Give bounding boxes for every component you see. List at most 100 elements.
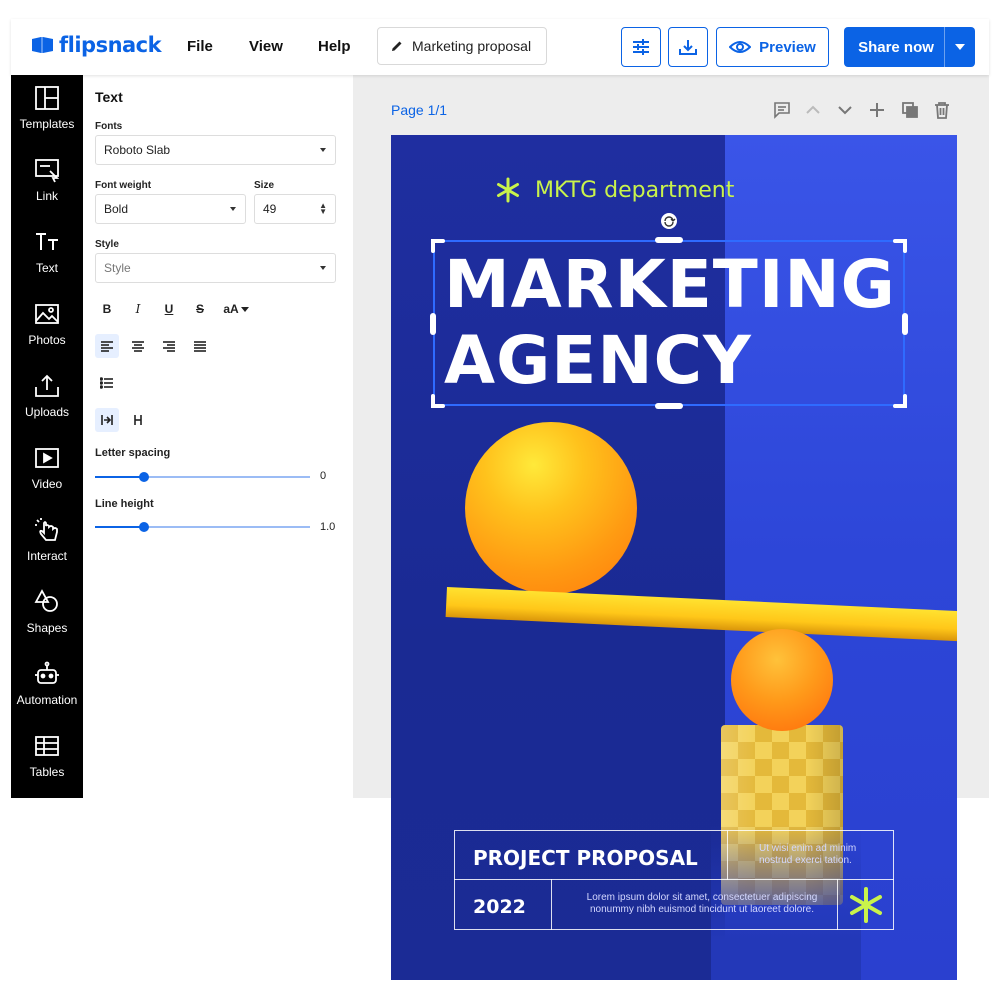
bullet-list-button[interactable] xyxy=(95,371,119,395)
sidebar-label-interact: Interact xyxy=(26,549,68,563)
align-center-icon xyxy=(132,341,144,352)
uploads-icon xyxy=(35,374,59,397)
sidebar-item-text[interactable]: Text xyxy=(11,229,83,275)
automation-icon xyxy=(35,661,59,684)
preview-button[interactable]: Preview xyxy=(716,27,829,67)
download-button[interactable] xyxy=(668,27,708,67)
large-orange-ball-image[interactable] xyxy=(465,422,637,594)
font-family-select[interactable]: Roboto Slab xyxy=(95,135,336,165)
flipsnack-logo-icon xyxy=(32,37,53,53)
line-height-label: Line height xyxy=(95,498,154,510)
body-text[interactable]: Lorem ipsum dolor sit amet, consectetuer… xyxy=(572,892,832,916)
share-dropdown-toggle[interactable] xyxy=(945,44,975,50)
video-icon xyxy=(35,448,59,468)
info-box-divider xyxy=(837,879,838,930)
project-proposal-title[interactable]: PROJECT PROPOSAL xyxy=(473,846,698,870)
share-label: Share now xyxy=(858,38,934,56)
font-weight-select[interactable]: Bold xyxy=(95,194,246,224)
plus-icon xyxy=(870,103,884,117)
asterisk-icon xyxy=(497,177,519,203)
sidebar-item-uploads[interactable]: Uploads xyxy=(11,373,83,419)
text-direction-icon xyxy=(101,415,113,425)
dropdown-arrow-icon xyxy=(320,148,326,152)
settings-sliders-button[interactable] xyxy=(621,27,661,67)
move-page-down-button[interactable] xyxy=(836,101,854,124)
flipsnack-logo[interactable]: flipsnack xyxy=(31,33,162,57)
interact-icon xyxy=(35,518,58,541)
align-right-button[interactable] xyxy=(157,334,181,358)
sliders-icon xyxy=(633,39,649,55)
align-left-button[interactable] xyxy=(95,334,119,358)
sidebar-item-photos[interactable]: Photos xyxy=(11,301,83,347)
pencil-icon xyxy=(392,41,402,51)
text-style-select[interactable]: Style xyxy=(95,253,336,283)
font-size-stepper[interactable]: 49 ▲ ▼ xyxy=(254,194,336,224)
italic-button[interactable]: I xyxy=(126,297,150,321)
align-center-button[interactable] xyxy=(126,334,150,358)
delete-page-button[interactable] xyxy=(933,101,951,124)
move-page-up-button[interactable] xyxy=(804,101,822,124)
slider-fill xyxy=(95,526,144,528)
logo-text: flipsnack xyxy=(59,33,162,57)
sidebar-label-photos: Photos xyxy=(28,333,66,347)
department-label: MKTG department xyxy=(535,177,735,203)
text-case-button[interactable]: aA xyxy=(220,297,252,321)
info-box-divider xyxy=(551,879,552,930)
eye-icon xyxy=(729,41,752,53)
stepper-arrows-icon[interactable]: ▲ ▼ xyxy=(319,202,327,216)
comment-icon xyxy=(774,102,790,119)
sidebar-label-link: Link xyxy=(35,189,58,203)
asterisk-icon[interactable] xyxy=(848,887,884,923)
info-box-divider xyxy=(454,879,894,880)
add-page-button[interactable] xyxy=(868,101,886,124)
sidebar-item-video[interactable]: Video xyxy=(11,445,83,491)
line-height-slider[interactable] xyxy=(95,522,310,532)
fonts-label: Fonts xyxy=(95,121,123,132)
font-family-value: Roboto Slab xyxy=(104,143,171,157)
sidebar-item-automation[interactable]: Automation xyxy=(11,661,83,707)
caret-down-icon xyxy=(240,306,249,312)
sidebar-label-automation: Automation xyxy=(16,693,78,707)
trash-icon xyxy=(935,102,949,119)
style-label: Style xyxy=(95,239,119,250)
font-weight-value: Bold xyxy=(104,202,129,216)
bold-button[interactable]: B xyxy=(95,297,119,321)
dropdown-arrow-icon xyxy=(230,207,236,211)
sidebar-item-tables[interactable]: Tables xyxy=(11,733,83,779)
menu-view[interactable]: View xyxy=(249,38,283,55)
text-direction-ltr-button[interactable] xyxy=(95,408,119,432)
slider-handle[interactable] xyxy=(139,522,149,532)
document-name-field[interactable]: Marketing proposal xyxy=(377,27,547,65)
year-text[interactable]: 2022 xyxy=(473,896,526,918)
letter-spacing-slider[interactable] xyxy=(95,472,310,482)
poster-page[interactable]: MKTG department MARKETING AGENCY PROJECT… xyxy=(391,135,957,980)
bullet-list-icon xyxy=(100,377,113,389)
sidebar-item-link[interactable]: Link xyxy=(11,157,83,203)
preview-label: Preview xyxy=(759,38,816,56)
small-orange-ball-image[interactable] xyxy=(731,629,833,731)
font-size-value: 49 xyxy=(263,202,277,216)
link-icon xyxy=(35,159,60,183)
menu-file[interactable]: File xyxy=(187,38,213,55)
line-height-value: 1.0 xyxy=(320,521,336,533)
text-height-button[interactable] xyxy=(126,408,150,432)
selection-handles[interactable] xyxy=(429,209,909,409)
duplicate-page-button[interactable] xyxy=(901,101,919,124)
project-note-text[interactable]: Ut wisi enim ad minim nostrud exerci tat… xyxy=(759,843,869,867)
sidebar-item-templates[interactable]: Templates xyxy=(11,85,83,131)
font-weight-label: Font weight xyxy=(95,180,152,191)
share-now-button[interactable]: Share now xyxy=(844,27,975,67)
menu-help[interactable]: Help xyxy=(318,38,351,55)
strikethrough-button[interactable]: S xyxy=(188,297,212,321)
align-justify-button[interactable] xyxy=(188,334,212,358)
chevron-down-icon xyxy=(838,106,852,115)
comment-button[interactable] xyxy=(773,101,791,124)
department-text[interactable]: MKTG department xyxy=(495,177,734,203)
slider-handle[interactable] xyxy=(139,472,149,482)
sidebar-item-shapes[interactable]: Shapes xyxy=(11,589,83,635)
sidebar-item-interact[interactable]: Interact xyxy=(11,517,83,563)
underline-button[interactable]: U xyxy=(157,297,181,321)
photos-icon xyxy=(35,304,59,324)
info-box-divider xyxy=(727,830,728,880)
shapes-icon xyxy=(34,589,58,612)
